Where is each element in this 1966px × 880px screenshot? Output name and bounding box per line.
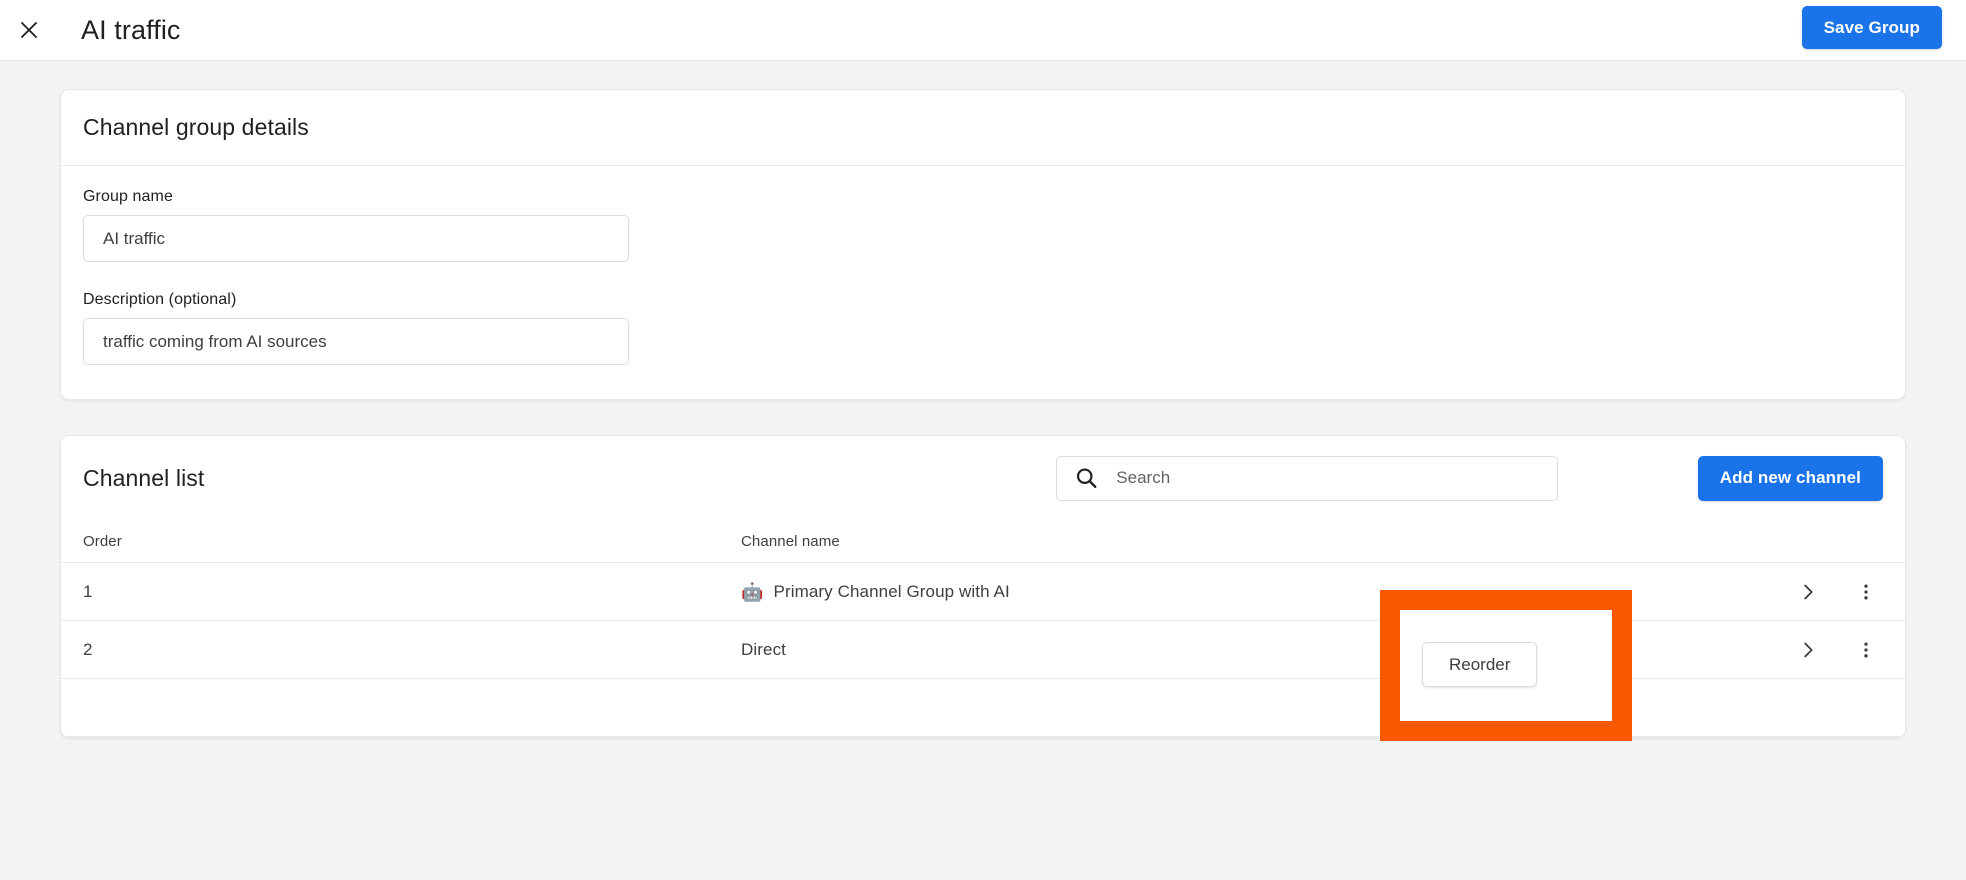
search-box[interactable] (1056, 456, 1558, 501)
add-new-channel-button[interactable]: Add new channel (1698, 456, 1883, 501)
channel-list-toolbar: Channel list Reorder Add new channel (61, 436, 1905, 520)
chevron-right-icon[interactable] (1795, 637, 1821, 663)
search-icon (1074, 466, 1099, 491)
app-header: AI traffic Save Group (0, 0, 1966, 61)
table-row[interactable]: 1 🤖 Primary Channel Group with AI (61, 563, 1905, 621)
group-name-label: Group name (83, 188, 1883, 206)
cell-channel-name: Direct (741, 640, 1795, 660)
column-header-channel-name: Channel name (741, 533, 1883, 550)
robot-icon: 🤖 (741, 583, 764, 601)
chevron-right-icon[interactable] (1795, 579, 1821, 605)
table-row-partial[interactable] (61, 679, 1905, 737)
description-input[interactable] (83, 318, 629, 365)
group-name-input[interactable] (83, 215, 629, 262)
cell-order: 2 (83, 640, 741, 660)
channel-name-text: Direct (741, 640, 786, 660)
reorder-button-wrapper: Reorder (1422, 642, 1537, 687)
close-button[interactable] (5, 6, 53, 54)
details-card-header: Channel group details (61, 90, 1905, 166)
details-card-body: Group name Description (optional) (61, 166, 1905, 399)
more-options-icon[interactable] (1853, 637, 1879, 663)
table-header-row: Order Channel name (61, 520, 1905, 563)
reorder-button[interactable]: Reorder (1422, 642, 1537, 687)
cell-channel-name: 🤖 Primary Channel Group with AI (741, 582, 1795, 602)
description-label: Description (optional) (83, 291, 1883, 309)
channel-list-title: Channel list (83, 465, 204, 492)
column-header-order: Order (83, 533, 741, 550)
channel-group-details-card: Channel group details Group name Descrip… (60, 89, 1906, 400)
table-row[interactable]: 2 Direct (61, 621, 1905, 679)
row-actions (1795, 637, 1883, 663)
close-icon (17, 18, 41, 42)
page-title: AI traffic (81, 17, 181, 44)
channel-name-text: Primary Channel Group with AI (774, 582, 1010, 602)
cell-order: 1 (83, 582, 741, 602)
more-options-icon[interactable] (1853, 579, 1879, 605)
toolbar-actions: Reorder Add new channel (1056, 456, 1883, 501)
channel-list-card: Channel list Reorder Add new channel Ord… (60, 435, 1906, 738)
page-content: Channel group details Group name Descrip… (0, 61, 1966, 880)
search-input[interactable] (1057, 457, 1557, 500)
row-actions (1795, 579, 1883, 605)
save-group-button[interactable]: Save Group (1802, 6, 1942, 49)
details-card-title: Channel group details (83, 114, 309, 141)
